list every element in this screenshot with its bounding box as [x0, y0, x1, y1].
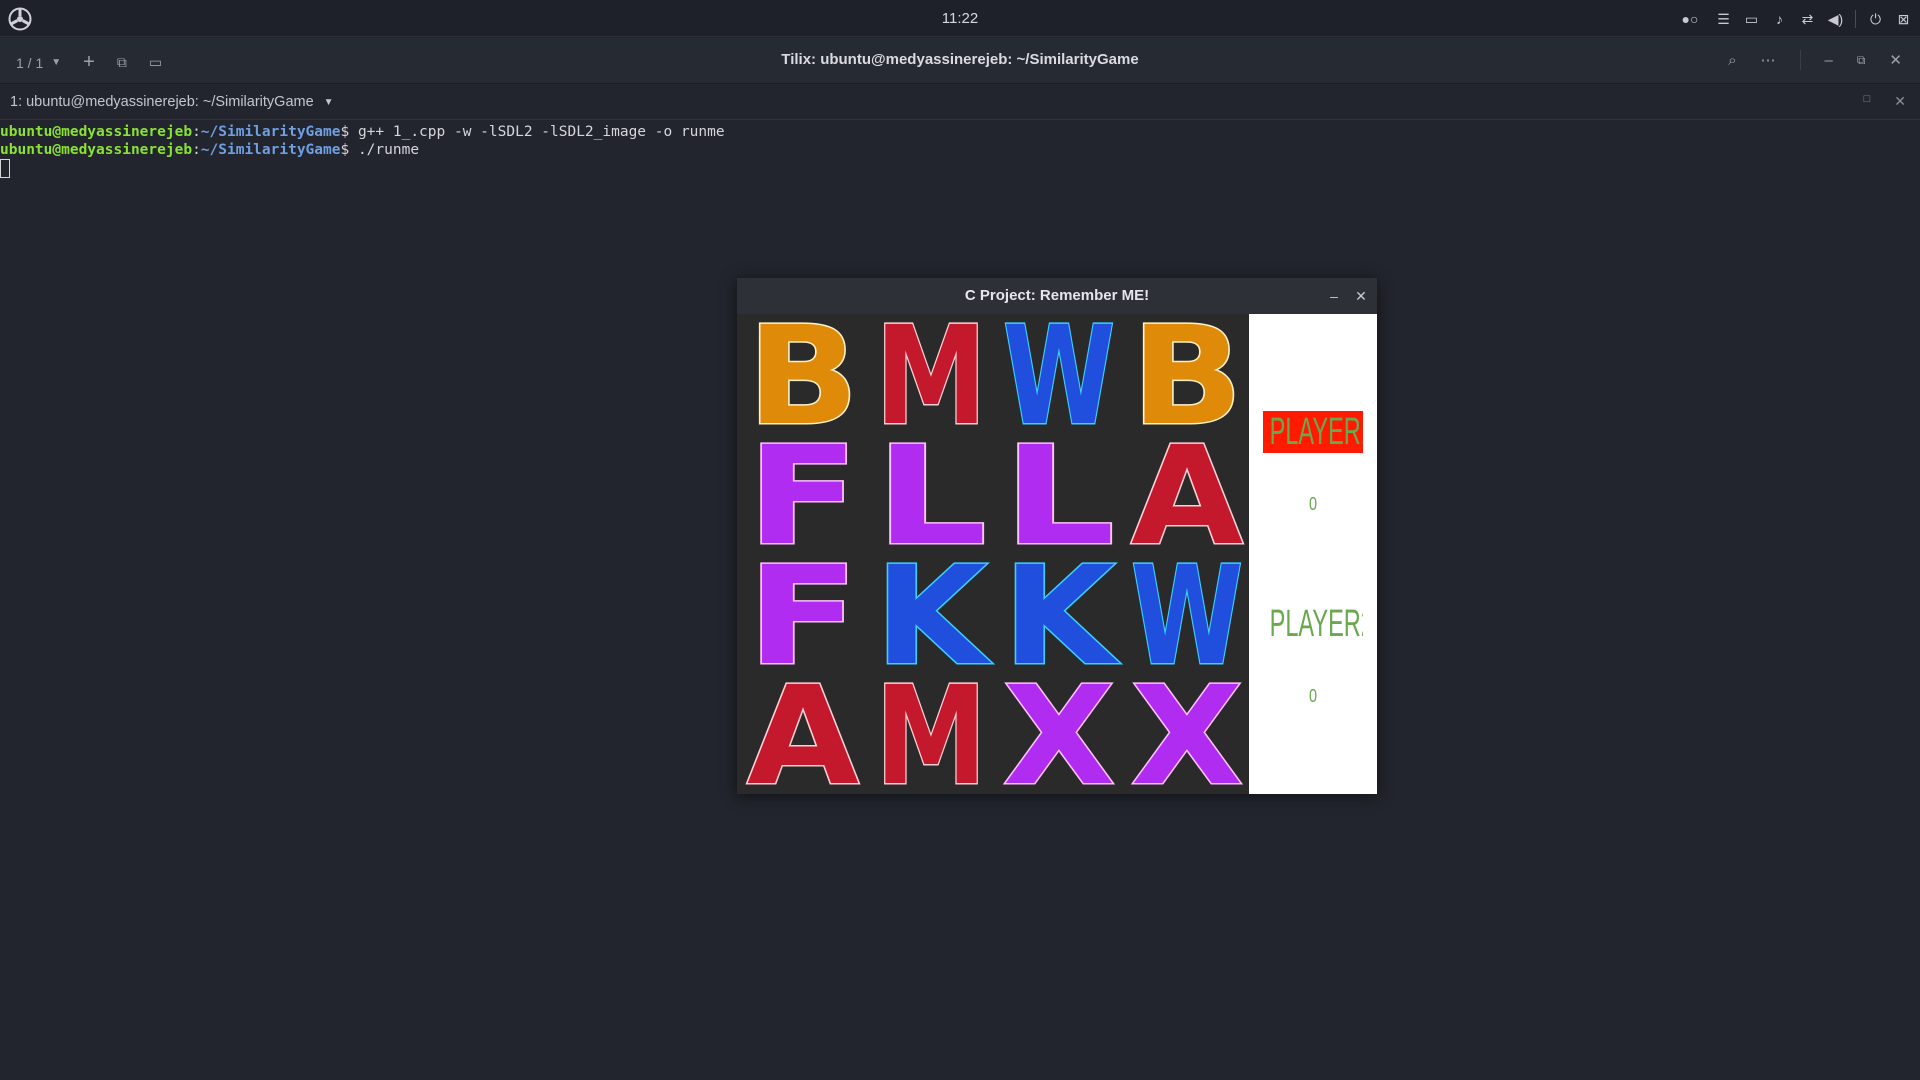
terminal-title: 1: ubuntu@medyassinerejeb: ~/SimilarityG… [10, 94, 314, 110]
letter-glyph: A [746, 657, 861, 818]
menu-icon[interactable]: ☰ [1715, 9, 1732, 29]
letter-text: X [1131, 658, 1243, 816]
power-icon[interactable]: ⏻ [1867, 9, 1884, 29]
terminal-controls: □ ✕ [1864, 93, 1906, 110]
command-text: g++ 1_.cpp -w -lSDL2 -lSDL2_image -o run… [357, 124, 725, 140]
maximize-icon[interactable]: ⧉ [1857, 53, 1866, 68]
score-panel: PLAYER1 0 PLAYER2 0 [1249, 314, 1377, 794]
notification-bell-icon[interactable]: ♪ [1771, 9, 1788, 29]
letter-card[interactable]: M [867, 657, 995, 818]
prompt-separator: : [192, 142, 201, 158]
volume-icon[interactable]: ◀) [1827, 9, 1844, 29]
chevron-down-icon: ▼ [323, 96, 334, 108]
network-icon[interactable]: ⇄ [1799, 9, 1816, 29]
letter-text: X [1003, 658, 1115, 816]
player2-score: 0 [1308, 686, 1317, 706]
terminal-line: ubuntu@medyassinerejeb:~/SimilarityGame$… [0, 141, 1920, 159]
letter-card[interactable]: A [739, 657, 867, 818]
prompt-separator: : [192, 124, 201, 140]
player2-label: PLAYER2 [1269, 603, 1363, 645]
terminal-cursor-line [0, 159, 1920, 178]
tray-divider [1855, 10, 1856, 28]
game-window: C Project: Remember ME! – ✕ BMWBFLLAFKKW… [737, 278, 1377, 818]
workspace-indicator-icon[interactable]: ●○ [1676, 9, 1704, 29]
player1-highlight: PLAYER1 [1263, 411, 1363, 453]
logout-icon[interactable]: ⊠ [1895, 9, 1912, 29]
letter-text: M [875, 658, 987, 816]
player1-score: 0 [1308, 494, 1317, 514]
terminal-output[interactable]: ubuntu@medyassinerejeb:~/SimilarityGame$… [0, 123, 1920, 178]
close-icon[interactable]: ✕ [1889, 51, 1902, 69]
more-options-icon[interactable]: ⋯ [1761, 51, 1776, 69]
terminal-line: ubuntu@medyassinerejeb:~/SimilarityGame$… [0, 123, 1920, 141]
letter-card[interactable]: X [1123, 657, 1251, 818]
letter-text: A [747, 658, 859, 816]
player2-box: PLAYER2 [1263, 602, 1363, 646]
prompt-symbol: $ [340, 142, 358, 158]
minimize-icon[interactable]: – [1825, 52, 1833, 69]
letter-card[interactable]: X [995, 657, 1123, 818]
game-close-icon[interactable]: ✕ [1351, 278, 1371, 314]
system-top-bar: 11:22 ●○ ☰ ▭ ♪ ⇄ ◀) ⏻ ⊠ [0, 0, 1920, 37]
game-minimize-icon[interactable]: – [1324, 278, 1344, 314]
letter-glyph: X [1130, 657, 1245, 818]
letter-glyph: M [874, 657, 989, 818]
tilix-right-controls: ⌕ ⋯ – ⧉ ✕ [1728, 50, 1902, 70]
header-divider [1799, 50, 1801, 70]
terminal-title-menu[interactable]: 1: ubuntu@medyassinerejeb: ~/SimilarityG… [10, 94, 334, 110]
prompt-user: ubuntu@medyassinerejeb [0, 142, 193, 158]
prompt-path: ~/SimilarityGame [200, 142, 341, 158]
prompt-path: ~/SimilarityGame [200, 124, 341, 140]
tilix-headerbar: 1 / 1 ▼ + ⧉ ▭ Tilix: ubuntu@medyassinere… [0, 38, 1920, 84]
text-cursor [0, 159, 10, 178]
clock[interactable]: 11:22 [0, 10, 1920, 27]
system-tray: ●○ ☰ ▭ ♪ ⇄ ◀) ⏻ ⊠ [1676, 8, 1912, 30]
prompt-user: ubuntu@medyassinerejeb [0, 124, 193, 140]
player1-label: PLAYER1 [1269, 411, 1363, 453]
command-text: ./runme [357, 142, 420, 158]
maximize-terminal-icon[interactable]: □ [1864, 93, 1871, 110]
game-board[interactable]: BMWBFLLAFKKWAMXX [737, 297, 1251, 818]
letter-glyph: X [1002, 657, 1117, 818]
close-terminal-icon[interactable]: ✕ [1894, 93, 1906, 110]
terminal-titlebar: 1: ubuntu@medyassinerejeb: ~/SimilarityG… [0, 85, 1920, 120]
search-icon[interactable]: ⌕ [1728, 52, 1736, 69]
folder-icon[interactable]: ▭ [1743, 9, 1760, 29]
prompt-symbol: $ [340, 124, 358, 140]
window-title: Tilix: ubuntu@medyassinerejeb: ~/Similar… [781, 51, 1139, 68]
